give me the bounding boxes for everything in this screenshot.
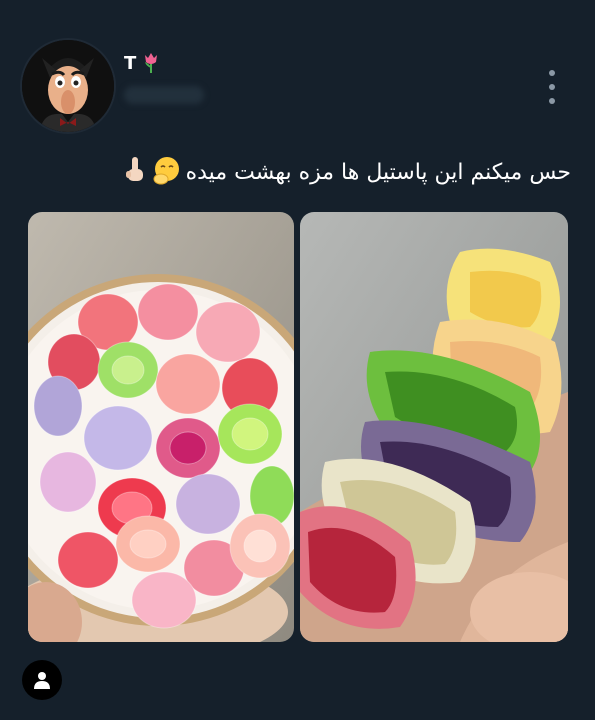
profile-button[interactable] [22,660,62,700]
caption-text: حس میکنم این پاستیل ها مزه بهشت میده [185,160,571,185]
cartoon-character-avatar-icon [22,40,114,132]
more-options-icon[interactable] [542,70,562,104]
post-caption: حس میکنم این پاستیل ها مزه بهشت میده [21,150,571,196]
avatar[interactable] [20,38,116,134]
candy-bowl-image [28,212,294,642]
candy-bowl-photo[interactable] [28,212,294,642]
candy-stack-photo[interactable] [300,212,568,642]
blurred-handle [124,86,204,104]
hand-over-mouth-emoji-icon [153,157,179,185]
candy-stack-image [300,212,568,642]
username-text: T [124,52,137,74]
index-pointing-up-emoji-icon [125,157,143,181]
tulip-icon [145,53,158,73]
user-icon [34,672,50,689]
username[interactable]: T [124,52,160,74]
